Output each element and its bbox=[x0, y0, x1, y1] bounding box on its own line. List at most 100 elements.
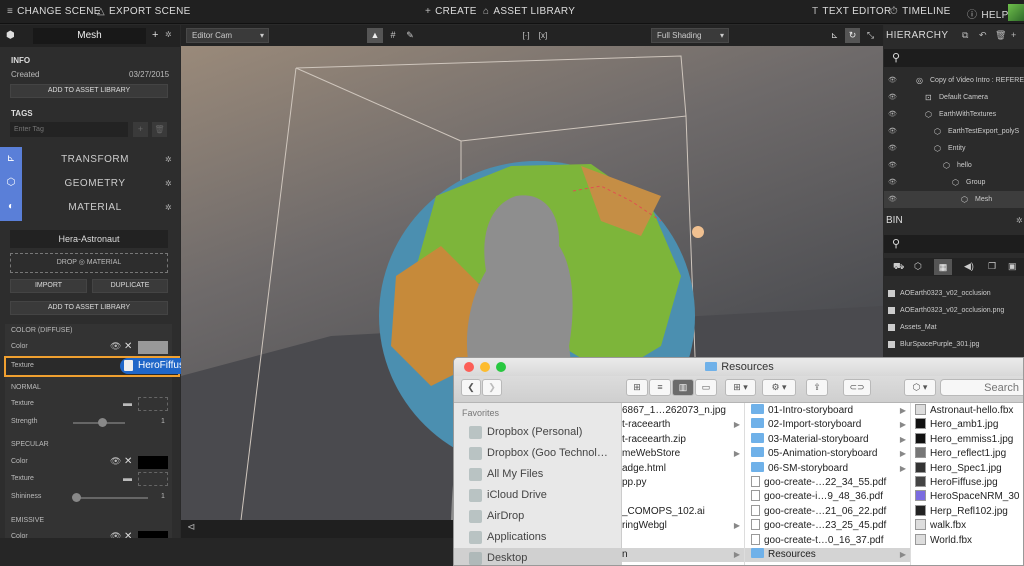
file-row[interactable]: ▶ 02-Import-storyboard bbox=[745, 418, 910, 432]
pencil-icon[interactable]: ✎ bbox=[403, 28, 417, 43]
shininess-value[interactable]: 1 bbox=[161, 493, 165, 500]
image-icon[interactable]: ▲ bbox=[367, 28, 383, 43]
shininess-slider-knob[interactable] bbox=[72, 493, 81, 502]
copy-icon[interactable]: ⧉ bbox=[962, 30, 968, 41]
entity-filter-icon[interactable]: ⬡ bbox=[914, 261, 922, 272]
geometry-icon[interactable]: ⬡ bbox=[0, 171, 22, 195]
folder-icon[interactable]: ▬ bbox=[123, 398, 132, 408]
file-row[interactable]: ▶ 03-Material-storyboard bbox=[745, 432, 910, 447]
file-row[interactable]: ▶ 06-SM-storyboard bbox=[745, 461, 910, 476]
bin-search[interactable]: ⚲ bbox=[884, 235, 1024, 253]
hierarchy-item[interactable]: 👁 ⊡ Default Camera bbox=[884, 89, 1024, 106]
strength-slider-knob[interactable] bbox=[98, 418, 107, 427]
file-row[interactable]: Hero_emmiss1.jpg bbox=[911, 432, 1023, 447]
tag-button[interactable]: ⊂⊃ bbox=[843, 379, 871, 396]
file-row[interactable]: 6867_1…262073_n.jpg bbox=[622, 404, 744, 418]
add-tag-button[interactable]: + bbox=[133, 122, 148, 137]
material-name[interactable]: Hera-Astronaut bbox=[10, 230, 168, 248]
timeline-button[interactable]: ⏱ TIMELINE bbox=[890, 6, 951, 17]
sidebar-item[interactable]: Dropbox (Goo Technol… bbox=[454, 443, 622, 464]
file-row[interactable]: ▶ t-raceearth bbox=[622, 418, 744, 432]
dropbox-button[interactable]: ⬡ ▾ bbox=[904, 379, 936, 396]
sidebar-item[interactable]: Desktop bbox=[454, 548, 622, 565]
eye-icon[interactable]: 👁 bbox=[888, 89, 897, 106]
shininess-slider[interactable] bbox=[73, 497, 148, 499]
hierarchy-item[interactable]: 👁 ⬡ EarthTestExport_polyS bbox=[884, 123, 1024, 140]
specular-color-swatch[interactable] bbox=[138, 456, 168, 469]
file-row[interactable]: Hero_reflect1.jpg bbox=[911, 447, 1023, 461]
entity-name-field[interactable]: Mesh bbox=[33, 28, 146, 44]
bin-item[interactable]: AOEarth0323_v02_occlusion.png bbox=[884, 302, 1024, 319]
undo-icon[interactable]: ↶ bbox=[979, 30, 987, 41]
finder-search-input[interactable] bbox=[940, 379, 1023, 396]
script-filter-icon[interactable]: ❐ bbox=[988, 261, 996, 272]
cover-flow-button[interactable]: ▭ bbox=[695, 379, 717, 396]
file-row[interactable]: World.fbx bbox=[911, 533, 1023, 548]
file-row[interactable]: goo-create-t…0_16_37.pdf bbox=[745, 533, 910, 548]
file-row[interactable] bbox=[622, 490, 744, 504]
hierarchy-item[interactable]: 👁 ⬡ hello bbox=[884, 157, 1024, 174]
bin-item[interactable]: BlurSpacePurple_301.jpg bbox=[884, 336, 1024, 353]
action-button[interactable]: ⚙ ▾ bbox=[762, 379, 796, 396]
shading-select[interactable]: Full Shading ▾ bbox=[651, 28, 729, 43]
folder-icon[interactable]: ▬ bbox=[123, 473, 132, 483]
gear-icon[interactable]: ✲ bbox=[165, 30, 172, 39]
eye-icon[interactable]: 👁 bbox=[888, 140, 897, 157]
sidebar-item[interactable]: All My Files bbox=[454, 464, 622, 485]
close-window-button[interactable] bbox=[464, 362, 474, 372]
bin-item[interactable]: Assets_Mat bbox=[884, 319, 1024, 336]
file-row[interactable]: HeroSpaceNRM_30 bbox=[911, 490, 1023, 504]
eye-icon[interactable]: 👁 bbox=[110, 456, 121, 467]
file-row[interactable]: walk.fbx bbox=[911, 519, 1023, 533]
rotate-icon[interactable]: ↻ bbox=[845, 28, 860, 43]
tab-geometry[interactable]: GEOMETRY bbox=[40, 178, 150, 189]
minimize-window-button[interactable] bbox=[480, 362, 490, 372]
file-row[interactable]: HeroFiffuse.jpg bbox=[911, 476, 1023, 490]
import-button[interactable]: IMPORT bbox=[10, 279, 87, 293]
file-row[interactable]: _COMOPS_102.ai bbox=[622, 505, 744, 519]
add-to-asset-library-button-2[interactable]: ADD TO ASSET LIBRARY bbox=[10, 301, 168, 315]
add-icon[interactable]: + bbox=[1011, 30, 1016, 40]
eye-icon[interactable]: 👁 bbox=[888, 191, 897, 208]
frame-all-icon[interactable]: [x] bbox=[536, 28, 550, 43]
hierarchy-item[interactable]: 👁 ⬡ Mesh bbox=[884, 191, 1024, 208]
gear-icon[interactable]: ✲ bbox=[165, 179, 172, 188]
share-button[interactable]: ⇪ bbox=[806, 379, 828, 396]
hierarchy-search[interactable]: ⚲ bbox=[884, 49, 1024, 67]
bin-item[interactable]: AOEarth0323_v02_occlusion bbox=[884, 285, 1024, 302]
hierarchy-item[interactable]: 👁 ⬡ Entity bbox=[884, 140, 1024, 157]
material-icon[interactable]: ◐ bbox=[0, 195, 22, 219]
add-to-asset-library-button[interactable]: ADD TO ASSET LIBRARY bbox=[10, 84, 168, 98]
column-view-button[interactable]: ▥ bbox=[672, 379, 694, 396]
frame-icon[interactable]: [·] bbox=[519, 28, 533, 43]
icon-view-button[interactable]: ⊞ bbox=[626, 379, 648, 396]
eye-icon[interactable]: 👁 bbox=[888, 123, 897, 140]
file-row[interactable]: goo-create-…21_06_22.pdf bbox=[745, 504, 910, 519]
text-editor-button[interactable]: T TEXT EDITOR bbox=[812, 6, 891, 17]
asset-library-button[interactable]: ⌂ ASSET LIBRARY bbox=[483, 6, 575, 17]
gear-icon[interactable]: ✲ bbox=[165, 203, 172, 212]
arrange-button[interactable]: ⊞ ▾ bbox=[725, 379, 756, 396]
file-row[interactable]: ▶ ringWebgl bbox=[622, 519, 744, 533]
sidebar-item[interactable]: iCloud Drive bbox=[454, 485, 622, 506]
forward-button[interactable]: ❯ bbox=[482, 379, 502, 396]
texture-filter-icon[interactable]: ▦ bbox=[934, 259, 952, 275]
file-row[interactable]: goo-create-…23_25_45.pdf bbox=[745, 519, 910, 533]
zoom-window-button[interactable] bbox=[496, 362, 506, 372]
strength-value[interactable]: 1 bbox=[161, 418, 165, 425]
help-button[interactable]: ⓘ HELP bbox=[967, 6, 1009, 21]
eye-icon[interactable]: 👁 bbox=[110, 341, 121, 352]
file-row[interactable]: ▶ 01-Intro-storyboard bbox=[745, 404, 910, 418]
hierarchy-item[interactable]: 👁 ⬡ EarthWithTextures bbox=[884, 106, 1024, 123]
file-row[interactable]: goo-create-…22_34_55.pdf bbox=[745, 476, 910, 490]
export-scene-button[interactable]: △ EXPORT SCENE bbox=[97, 6, 191, 17]
trash-icon[interactable]: 🗑 bbox=[995, 30, 1006, 41]
file-row[interactable]: Herp_Refl102.jpg bbox=[911, 504, 1023, 519]
close-icon[interactable]: ✕ bbox=[124, 341, 132, 352]
file-row[interactable]: ▶ 05-Animation-storyboard bbox=[745, 447, 910, 461]
tab-material[interactable]: MATERIAL bbox=[40, 202, 150, 213]
diffuse-color-swatch[interactable] bbox=[138, 341, 168, 354]
back-button[interactable]: ❮ bbox=[461, 379, 481, 396]
file-row[interactable]: t-raceearth.zip bbox=[622, 433, 744, 447]
eye-icon[interactable]: 👁 bbox=[888, 174, 897, 191]
